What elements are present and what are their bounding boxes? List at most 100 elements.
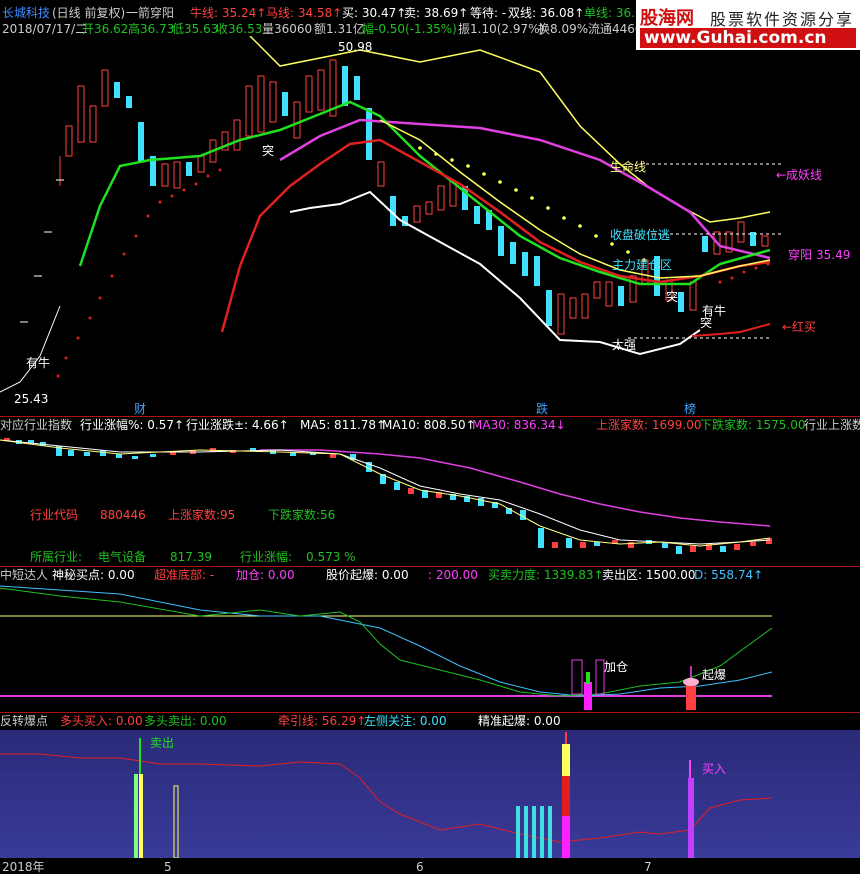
industry-change-label: 行业涨幅: xyxy=(240,550,293,564)
low-price: 低35.63 xyxy=(172,22,219,36)
x-axis-year: 2018年 xyxy=(2,860,45,874)
burst-marker xyxy=(683,678,699,686)
sell-value: 卖: 38.69↑ xyxy=(404,6,469,20)
industry-code-value: 880446 xyxy=(100,508,146,522)
industry-ma5-line xyxy=(0,439,771,547)
burst-bar-red xyxy=(562,776,570,816)
high-price: 高36.73 xyxy=(128,22,175,36)
bull-label-left: 有牛 xyxy=(26,356,51,370)
industry-down-count: 下跌家数:56 xyxy=(268,508,336,522)
industry-ma10: MA10: 808.50↑ xyxy=(382,418,476,432)
lower-white-curve xyxy=(0,305,61,393)
too-strong-label: 太强 xyxy=(612,338,637,352)
watermark-brand: 股海网 xyxy=(640,8,694,29)
ma-line-value: 马线: 34.58↑ xyxy=(266,6,343,20)
white-upper-band xyxy=(249,36,771,223)
turnover: 换8.09% xyxy=(538,22,589,36)
watermark-slogan: 股票软件资源分享 xyxy=(710,10,855,29)
add-position: 加仓: 0.00 xyxy=(236,568,295,582)
double-line-value: 双线: 36.08↑ xyxy=(508,6,585,20)
burst-label: 起爆 xyxy=(702,668,727,682)
price-ticks xyxy=(20,179,64,323)
x-axis-july: 7 xyxy=(644,860,652,874)
left-focus: 左侧关注: 0.00 xyxy=(364,714,447,728)
add-position-box xyxy=(571,659,583,695)
wait-value: 等待: - xyxy=(470,6,507,20)
x-axis-may: 5 xyxy=(164,860,172,874)
up-count: 上涨家数: 1699.00 xyxy=(596,418,702,432)
buy-signal-label: 买入 xyxy=(702,762,727,776)
life-line-label: 生命线 xyxy=(610,160,647,174)
formula-name[interactable]: 一箭穿阳 xyxy=(126,6,174,20)
strength-line xyxy=(0,587,773,697)
amplitude: 振1.10(2.97%) xyxy=(458,22,545,36)
date-label: 2018/07/17/二 xyxy=(2,22,88,36)
buy-value: 买: 30.47↑ xyxy=(342,6,407,20)
trade-strength: 买卖力度: 1339.83↑ xyxy=(488,568,604,582)
industry-ma30-line xyxy=(260,449,771,527)
divider-2 xyxy=(0,566,860,567)
down-count: 下跌家数: 1575.00 xyxy=(700,418,806,432)
main-kline-chart[interactable] xyxy=(0,36,860,416)
industry-panel-name[interactable]: 对应行业指数 xyxy=(0,418,72,432)
burst-bar-magenta xyxy=(562,816,570,858)
marker-cai: 财 xyxy=(134,402,147,416)
magenta-line xyxy=(279,118,771,260)
industry-belong-name: 电气设备 xyxy=(98,550,147,564)
low-price-label: 25.43 xyxy=(14,392,49,406)
green-line xyxy=(78,100,771,286)
change: 幅-0.50(-1.35%) xyxy=(362,22,457,36)
single-line-value: 单线: 36.0 xyxy=(584,6,643,20)
close-price: 收36.53 xyxy=(216,22,263,36)
niu-line-value: 牛线: 35.24↑ xyxy=(190,6,267,20)
price-label-right: 35.49 xyxy=(816,248,851,262)
reversal-chart[interactable] xyxy=(0,730,860,858)
high-price-label: 50.98 xyxy=(338,40,373,54)
industry-change-abs: 行业涨跌±: 4.66↑ xyxy=(186,418,289,432)
add-position-label: 加仓 xyxy=(604,660,629,674)
demon-line-label: ←成妖线 xyxy=(776,168,823,182)
burst-bar xyxy=(686,682,696,710)
amount: 额1.31亿 xyxy=(314,22,365,36)
chart-mode[interactable]: (日线 前复权) xyxy=(52,6,125,20)
price-burst: 股价起爆: 0.00 xyxy=(326,568,409,582)
mystery-buy: 神秘买点: 0.00 xyxy=(52,568,135,582)
industry-ma30: MA30: 836.34↓ xyxy=(472,418,566,432)
marker-die: 跌 xyxy=(536,402,549,416)
volume: 量36060 xyxy=(262,22,313,36)
burst-box xyxy=(595,659,605,695)
breakout-label-low: 突 xyxy=(666,290,679,304)
float-shares: 流通4460 xyxy=(588,22,643,36)
industry-index-value: 817.39 xyxy=(170,550,212,564)
red-line xyxy=(220,138,771,333)
divider-3 xyxy=(0,712,860,713)
divider-1 xyxy=(0,416,860,417)
sell-zone: 卖出区: 1500.00 xyxy=(602,568,696,582)
long-buy: 多头买入: 0.00 xyxy=(60,714,143,728)
add-position-bar-2 xyxy=(586,672,590,684)
x-axis-june: 6 xyxy=(416,860,424,874)
break-escape-label: 收盘破位逃 xyxy=(610,228,671,242)
red-dots-left xyxy=(56,168,222,378)
bottom-panel-name[interactable]: 反转爆点 xyxy=(0,714,48,728)
burst-bar-yellow xyxy=(562,744,570,776)
add-position-bar xyxy=(584,682,592,710)
level-200: : 200.00 xyxy=(428,568,478,582)
mid-panel-name[interactable]: 中短达人 xyxy=(0,568,48,582)
industry-up-count: 上涨家数:95 xyxy=(168,508,236,522)
candlesticks xyxy=(59,59,769,335)
industry-change-pct: 行业涨幅%: 0.57↑ xyxy=(80,418,185,432)
marker-bang: 榜 xyxy=(684,402,697,416)
industry-code-label: 行业代码 xyxy=(30,508,79,522)
industry-index-chart[interactable] xyxy=(0,434,860,564)
stock-name[interactable]: 长城科技 xyxy=(2,6,50,20)
open-price: 开36.62 xyxy=(82,22,129,36)
long-sell: 多头卖出: 0.00 xyxy=(144,714,227,728)
traction-line: 牵引线: 56.29↑ xyxy=(278,714,367,728)
red-buy-label: ←红买 xyxy=(782,320,817,334)
reversal-background xyxy=(0,730,860,858)
mid-indicator-chart[interactable] xyxy=(0,582,860,712)
precise-burst: 精准起爆: 0.00 xyxy=(478,714,561,728)
sell-bar-green xyxy=(134,774,138,858)
pierce-label: 穿阳 xyxy=(788,248,813,262)
